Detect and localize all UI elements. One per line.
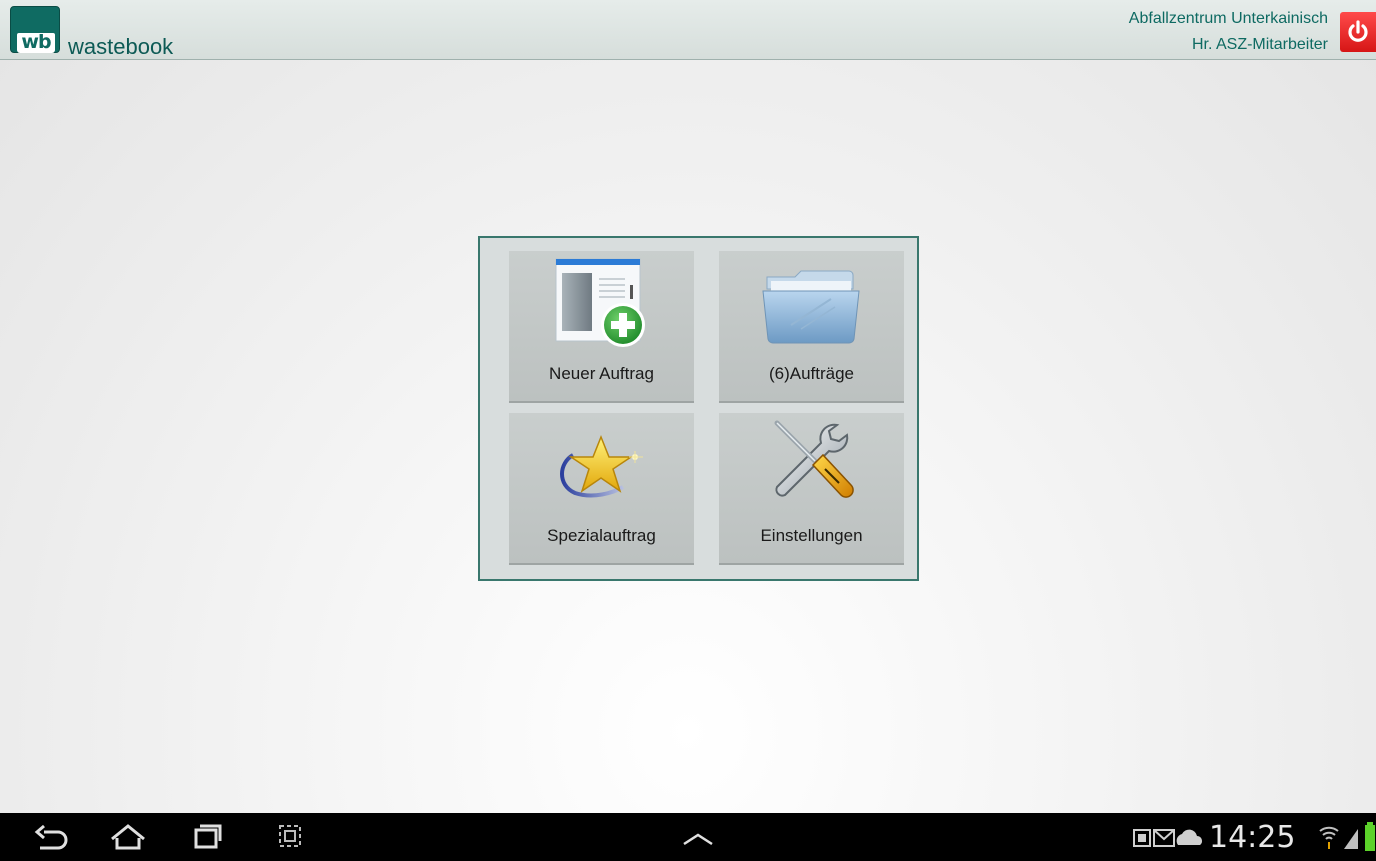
settings-tile[interactable]: Einstellungen — [719, 413, 904, 565]
app-header: wb wastebook Abfallzentrum Unterkainisch… — [0, 0, 1376, 60]
wastebook-logo[interactable]: wb — [10, 6, 60, 53]
new-order-tile[interactable]: Neuer Auftrag — [509, 251, 694, 403]
status-clock: 14:25 — [1209, 820, 1296, 855]
organization-name: Abfallzentrum Unterkainisch — [1128, 10, 1328, 27]
orders-label: (6)Aufträge — [768, 364, 855, 383]
folder-icon — [762, 270, 860, 344]
back-icon[interactable] — [30, 813, 74, 861]
power-icon — [1348, 20, 1368, 42]
logo-text: wb — [21, 31, 51, 53]
battery-icon — [1365, 822, 1375, 851]
special-order-tile[interactable]: Spezialauftrag — [509, 413, 694, 565]
up-chevron-icon[interactable] — [676, 813, 720, 861]
main-menu-panel: Neuer Auftrag (6)Aufträge Spezialauftrag… — [478, 236, 919, 581]
home-icon[interactable] — [106, 813, 150, 861]
logout-button[interactable] — [1340, 12, 1376, 52]
system-navigation-bar: 14:25 — [0, 813, 1376, 861]
signal-icon — [1344, 829, 1358, 849]
notification-icons[interactable] — [1130, 813, 1206, 861]
special-order-label: Spezialauftrag — [547, 526, 656, 545]
new-order-label: Neuer Auftrag — [549, 364, 654, 383]
star-icon — [560, 434, 643, 498]
screenshot-icon[interactable] — [268, 813, 312, 861]
recent-apps-icon[interactable] — [186, 813, 230, 861]
tools-icon — [774, 420, 854, 498]
orders-tile[interactable]: (6)Aufträge — [719, 251, 904, 403]
user-name: Hr. ASZ-Mitarbeiter — [1191, 36, 1328, 53]
wifi-icon — [1319, 826, 1339, 849]
app-title: wastebook — [68, 34, 174, 59]
settings-label: Einstellungen — [760, 526, 863, 545]
new-order-icon — [555, 258, 645, 347]
